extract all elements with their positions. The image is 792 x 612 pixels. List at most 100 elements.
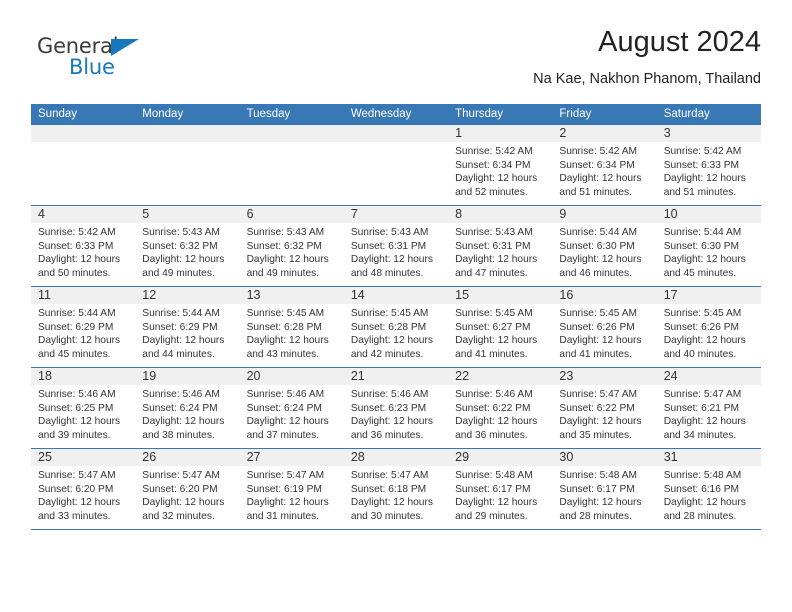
day-sunset-text: Sunset: 6:16 PM [663, 483, 740, 495]
day-daylight-text: and 49 minutes. [246, 267, 320, 279]
calendar-day-cell[interactable]: 1 Sunrise: 5:42 AM Sunset: 6:34 PM Daylight… [448, 125, 553, 206]
day-daylight-text: Daylight: 12 hours [455, 254, 538, 266]
day-detail-lines: Sunrise: 5:43 AM Sunset: 6:31 PM Daylight:… [344, 223, 448, 280]
day-detail-lines: Sunrise: 5:42 AM Sunset: 6:34 PM Daylight:… [552, 142, 656, 199]
calendar-day-cell[interactable]: 14 Sunrise: 5:45 AM Sunset: 6:28 PM Dayligh… [343, 286, 449, 368]
day-number: 1 [448, 125, 553, 142]
calendar-day-cell-empty [343, 125, 449, 206]
day-daylight-text: and 32 minutes. [142, 510, 215, 522]
calendar-day-cell[interactable]: 20 Sunrise: 5:46 AM Sunset: 6:24 PM Dayligh… [239, 367, 344, 449]
day-number: 8 [448, 206, 553, 223]
calendar-day-cell[interactable]: 4 Sunrise: 5:42 AM Sunset: 6:33 PM Daylight… [31, 205, 136, 287]
calendar-week-row: 4 Sunrise: 5:42 AM Sunset: 6:33 PM Daylight… [31, 205, 761, 287]
day-daylight-text: Daylight: 12 hours [455, 173, 538, 185]
day-number: 20 [239, 368, 344, 385]
day-number [31, 125, 136, 142]
calendar-week-row: 25 Sunrise: 5:47 AM Sunset: 6:20 PM Dayligh… [31, 448, 761, 530]
calendar-day-cell[interactable]: 31 Sunrise: 5:48 AM Sunset: 6:16 PM Dayligh… [656, 448, 761, 530]
calendar-day-cell[interactable]: 24 Sunrise: 5:47 AM Sunset: 6:21 PM Dayligh… [656, 367, 761, 449]
day-cell-inner [135, 125, 240, 205]
day-number [135, 125, 240, 142]
day-number: 31 [656, 449, 761, 466]
day-sunrise-text: Sunrise: 5:45 AM [663, 308, 742, 319]
calendar-day-cell[interactable]: 25 Sunrise: 5:47 AM Sunset: 6:20 PM Dayligh… [31, 448, 136, 530]
calendar-day-cell-empty [239, 125, 344, 206]
calendar-day-cell[interactable]: 23 Sunrise: 5:47 AM Sunset: 6:22 PM Dayligh… [552, 367, 657, 449]
day-sunset-text: Sunset: 6:28 PM [246, 321, 322, 333]
calendar-day-cell[interactable]: 30 Sunrise: 5:48 AM Sunset: 6:17 PM Dayligh… [552, 448, 657, 530]
day-daylight-text: Daylight: 12 hours [663, 173, 746, 185]
day-cell-inner: 30 Sunrise: 5:48 AM Sunset: 6:17 PM Dayligh… [552, 449, 657, 529]
calendar-day-cell[interactable]: 29 Sunrise: 5:48 AM Sunset: 6:17 PM Dayligh… [448, 448, 553, 530]
day-daylight-text: Daylight: 12 hours [38, 416, 121, 428]
day-sunset-text: Sunset: 6:33 PM [663, 159, 740, 171]
day-detail-lines: Sunrise: 5:45 AM Sunset: 6:28 PM Daylight:… [240, 304, 344, 361]
day-sunrise-text: Sunrise: 5:43 AM [142, 227, 220, 238]
day-number: 18 [31, 368, 136, 385]
day-number [343, 125, 449, 142]
day-number: 12 [135, 287, 240, 304]
day-number: 6 [239, 206, 344, 223]
calendar-day-cell[interactable]: 16 Sunrise: 5:45 AM Sunset: 6:26 PM Dayligh… [552, 286, 657, 368]
day-detail-lines: Sunrise: 5:46 AM Sunset: 6:24 PM Daylight:… [135, 385, 239, 442]
day-detail-lines: Sunrise: 5:47 AM Sunset: 6:20 PM Daylight:… [135, 466, 239, 523]
calendar-day-cell[interactable]: 21 Sunrise: 5:46 AM Sunset: 6:23 PM Dayligh… [343, 367, 449, 449]
calendar-day-cell[interactable]: 27 Sunrise: 5:47 AM Sunset: 6:19 PM Dayligh… [239, 448, 344, 530]
page-subtitle-location: Na Kae, Nakhon Phanom, Thailand [533, 71, 761, 87]
day-sunset-text: Sunset: 6:30 PM [663, 240, 740, 252]
day-daylight-text: Daylight: 12 hours [350, 335, 433, 347]
day-cell-inner: 11 Sunrise: 5:44 AM Sunset: 6:29 PM Dayligh… [31, 287, 136, 367]
calendar-day-cell[interactable]: 2 Sunrise: 5:42 AM Sunset: 6:34 PM Daylight… [552, 125, 657, 206]
day-sunset-text: Sunset: 6:31 PM [350, 240, 427, 252]
day-detail-lines: Sunrise: 5:47 AM Sunset: 6:21 PM Daylight:… [657, 385, 761, 442]
day-sunset-text: Sunset: 6:34 PM [455, 159, 531, 171]
day-detail-lines: Sunrise: 5:48 AM Sunset: 6:17 PM Daylight:… [552, 466, 656, 523]
calendar-day-cell[interactable]: 9 Sunrise: 5:44 AM Sunset: 6:30 PM Daylight… [552, 205, 657, 287]
day-daylight-text: and 36 minutes. [350, 429, 424, 441]
day-number: 26 [135, 449, 240, 466]
calendar-day-cell[interactable]: 10 Sunrise: 5:44 AM Sunset: 6:30 PM Dayligh… [656, 205, 761, 287]
day-sunrise-text: Sunrise: 5:42 AM [38, 227, 116, 238]
day-detail-lines: Sunrise: 5:44 AM Sunset: 6:29 PM Daylight:… [31, 304, 135, 361]
calendar-day-cell[interactable]: 8 Sunrise: 5:43 AM Sunset: 6:31 PM Daylight… [448, 205, 553, 287]
day-sunset-text: Sunset: 6:26 PM [559, 321, 635, 333]
calendar-day-cell[interactable]: 11 Sunrise: 5:44 AM Sunset: 6:29 PM Dayligh… [31, 286, 136, 368]
calendar-day-cell[interactable]: 12 Sunrise: 5:44 AM Sunset: 6:29 PM Dayligh… [135, 286, 240, 368]
day-daylight-text: and 51 minutes. [663, 186, 737, 198]
day-number: 2 [552, 125, 657, 142]
day-daylight-text: and 52 minutes. [455, 186, 528, 198]
calendar-day-cell[interactable]: 28 Sunrise: 5:47 AM Sunset: 6:18 PM Dayligh… [343, 448, 449, 530]
calendar-day-cell[interactable]: 15 Sunrise: 5:45 AM Sunset: 6:27 PM Dayligh… [448, 286, 553, 368]
weekday-header-sunday: Sunday [31, 104, 136, 125]
day-sunrise-text: Sunrise: 5:46 AM [38, 389, 116, 400]
day-detail-lines: Sunrise: 5:47 AM Sunset: 6:19 PM Daylight:… [240, 466, 344, 523]
day-daylight-text: and 39 minutes. [38, 429, 111, 441]
calendar-day-cell[interactable]: 26 Sunrise: 5:47 AM Sunset: 6:20 PM Dayligh… [135, 448, 240, 530]
day-detail-lines: Sunrise: 5:45 AM Sunset: 6:26 PM Daylight:… [657, 304, 761, 361]
day-cell-inner: 2 Sunrise: 5:42 AM Sunset: 6:34 PM Daylight… [552, 125, 657, 205]
calendar-day-cell[interactable]: 18 Sunrise: 5:46 AM Sunset: 6:25 PM Dayligh… [31, 367, 136, 449]
calendar-day-cell[interactable]: 5 Sunrise: 5:43 AM Sunset: 6:32 PM Daylight… [135, 205, 240, 287]
day-daylight-text: and 50 minutes. [38, 267, 111, 279]
day-cell-inner: 26 Sunrise: 5:47 AM Sunset: 6:20 PM Dayligh… [135, 449, 240, 529]
calendar-day-cell[interactable]: 19 Sunrise: 5:46 AM Sunset: 6:24 PM Dayligh… [135, 367, 240, 449]
day-number: 3 [656, 125, 761, 142]
day-sunrise-text: Sunrise: 5:43 AM [455, 227, 533, 238]
day-daylight-text: and 41 minutes. [559, 348, 632, 360]
calendar-day-cell[interactable]: 3 Sunrise: 5:42 AM Sunset: 6:33 PM Daylight… [656, 125, 761, 206]
day-cell-inner: 8 Sunrise: 5:43 AM Sunset: 6:31 PM Daylight… [448, 206, 553, 286]
calendar-day-cell[interactable]: 13 Sunrise: 5:45 AM Sunset: 6:28 PM Dayligh… [239, 286, 344, 368]
day-sunset-text: Sunset: 6:21 PM [663, 402, 740, 414]
day-sunset-text: Sunset: 6:27 PM [455, 321, 531, 333]
day-sunrise-text: Sunrise: 5:45 AM [559, 308, 637, 319]
calendar-day-cell[interactable]: 7 Sunrise: 5:43 AM Sunset: 6:31 PM Daylight… [343, 205, 449, 287]
calendar-day-cell[interactable]: 17 Sunrise: 5:45 AM Sunset: 6:26 PM Dayligh… [656, 286, 761, 368]
day-sunrise-text: Sunrise: 5:45 AM [455, 308, 533, 319]
day-daylight-text: Daylight: 12 hours [455, 416, 538, 428]
calendar-day-cell[interactable]: 6 Sunrise: 5:43 AM Sunset: 6:32 PM Daylight… [239, 205, 344, 287]
general-blue-logo[interactable]: General Blue [37, 34, 217, 90]
day-sunset-text: Sunset: 6:18 PM [350, 483, 427, 495]
calendar-day-cell-empty [31, 125, 136, 206]
calendar-day-cell[interactable]: 22 Sunrise: 5:46 AM Sunset: 6:22 PM Dayligh… [448, 367, 553, 449]
day-daylight-text: Daylight: 12 hours [663, 497, 746, 509]
